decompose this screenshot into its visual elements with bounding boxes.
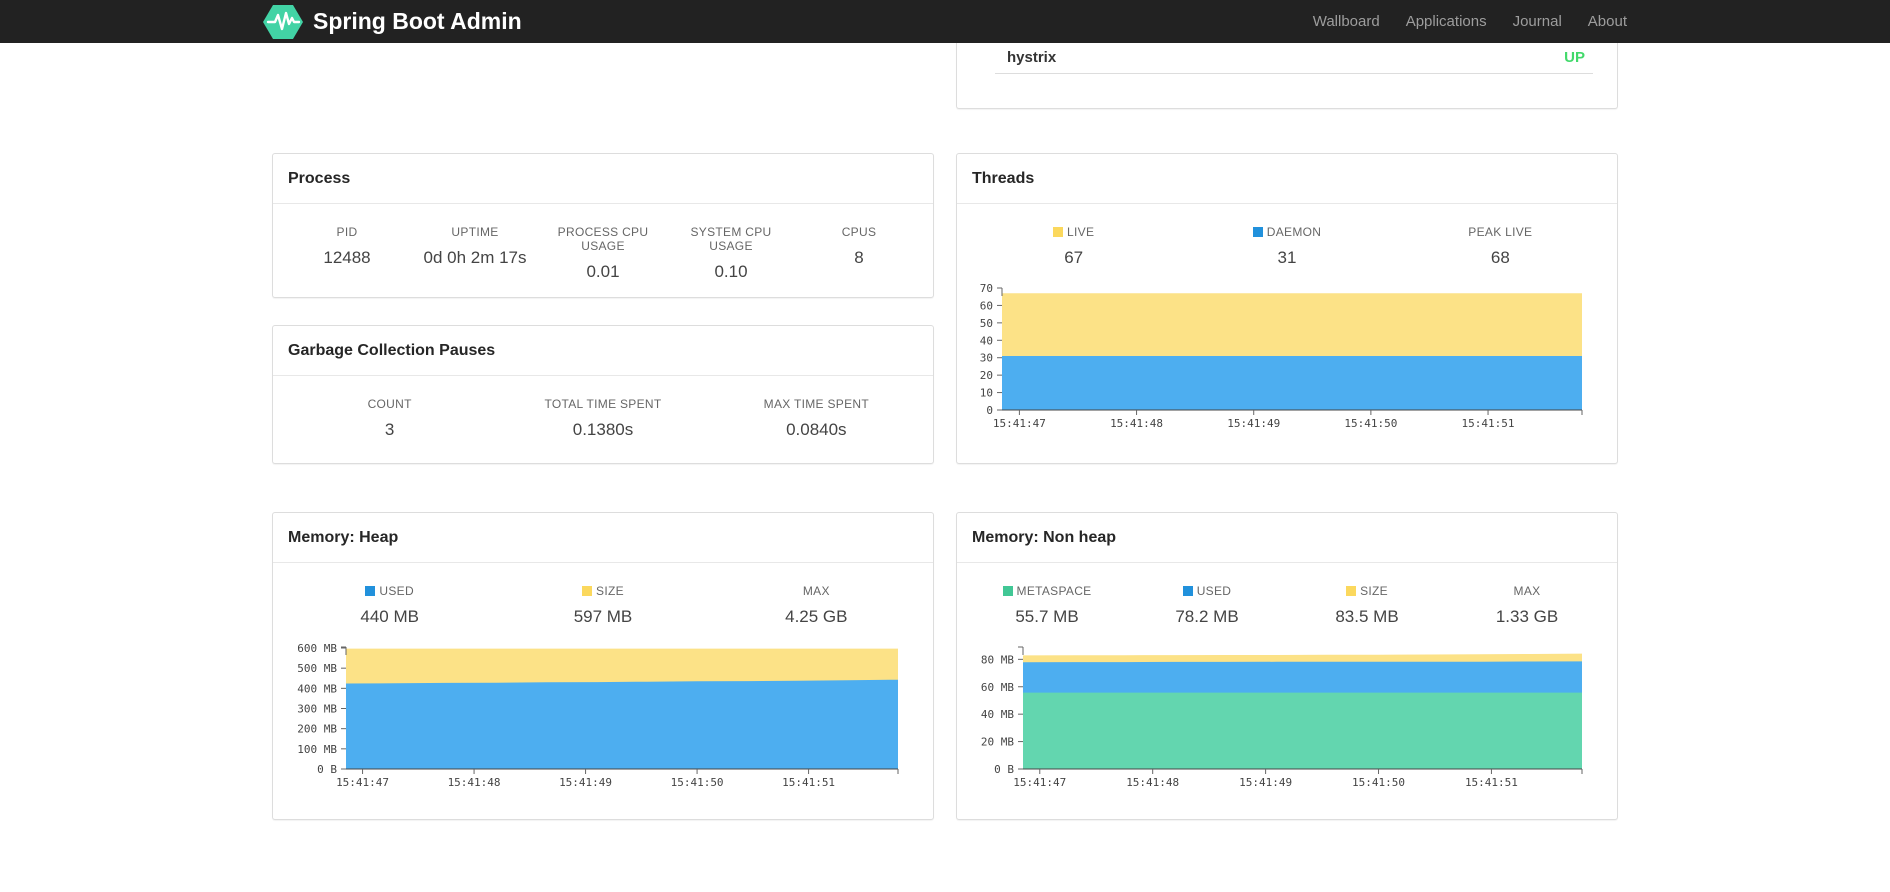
svg-text:20: 20 — [980, 369, 993, 382]
svg-text:70: 70 — [980, 282, 993, 295]
process-panel: Process PID 12488 UPTIME 0d 0h 2m 17s PR… — [272, 153, 934, 298]
gc-stats: COUNT 3 TOTAL TIME SPENT 0.1380s MAX TIM… — [273, 376, 933, 440]
stat-heap-size: SIZE 597 MB — [573, 584, 633, 626]
nonheap-stats: METASPACE 55.7 MB USED 78.2 MB SIZE 83.5… — [957, 563, 1617, 627]
svg-text:600 MB: 600 MB — [297, 642, 337, 655]
svg-text:15:41:50: 15:41:50 — [1352, 776, 1405, 789]
used-legend-swatch-icon — [1182, 586, 1193, 596]
live-legend-swatch-icon — [1053, 227, 1064, 237]
threads-area-chart: 0 10 20 30 40 50 60 70 15:41:47 15:41:48 15:41:49 1… — [972, 282, 1602, 434]
nav-item-applications[interactable]: Applications — [1393, 13, 1500, 30]
health-row-hystrix: hystrix UP — [995, 43, 1593, 74]
stat-cpus: CPUS 8 — [841, 225, 877, 267]
svg-text:15:41:50: 15:41:50 — [1344, 417, 1397, 430]
stat-heap-used: USED 440 MB — [360, 584, 419, 626]
nav-item-about[interactable]: About — [1575, 13, 1627, 30]
threads-panel: Threads LIVE 67 DAEMON 31 PEAK LIVE 68 0… — [956, 153, 1618, 464]
gc-pauses-panel: Garbage Collection Pauses COUNT 3 TOTAL … — [272, 325, 934, 464]
brand-link[interactable]: Spring Boot Admin — [263, 4, 522, 39]
stat-gc-total-time: TOTAL TIME SPENT 0.1380s — [544, 397, 662, 439]
health-details-panel: hystrix UP — [956, 43, 1618, 109]
svg-text:15:41:49: 15:41:49 — [559, 776, 612, 789]
threads-stats: LIVE 67 DAEMON 31 PEAK LIVE 68 — [957, 204, 1617, 268]
stat-system-cpu-usage: SYSTEM CPU USAGE 0.10 — [690, 225, 772, 281]
threads-panel-title: Threads — [957, 154, 1617, 204]
svg-text:15:41:47: 15:41:47 — [993, 417, 1046, 430]
svg-text:0: 0 — [986, 404, 993, 417]
heap-panel-title: Memory: Heap — [273, 513, 933, 563]
svg-text:40: 40 — [980, 334, 993, 347]
left-column: Process PID 12488 UPTIME 0d 0h 2m 17s PR… — [272, 43, 934, 820]
stat-threads-live: LIVE 67 — [967, 225, 1180, 268]
svg-text:300 MB: 300 MB — [297, 703, 337, 716]
svg-text:80 MB: 80 MB — [981, 653, 1014, 666]
process-stats: PID 12488 UPTIME 0d 0h 2m 17s PROCESS CP… — [273, 204, 933, 282]
svg-text:400 MB: 400 MB — [297, 682, 337, 695]
stat-nonheap-max: MAX 1.33 GB — [1495, 584, 1559, 626]
svg-text:50: 50 — [980, 317, 993, 330]
svg-text:60: 60 — [980, 299, 993, 312]
heap-area-chart: 0 B 100 MB 200 MB 300 MB 400 MB 500 MB 600 MB 1… — [288, 641, 918, 793]
stat-threads-daemon: DAEMON 31 — [1180, 225, 1393, 268]
svg-text:500 MB: 500 MB — [297, 662, 337, 675]
nonheap-area-chart: 0 B 20 MB 40 MB 60 MB 80 MB 15:41:47 15:41:48 1… — [972, 641, 1602, 793]
stat-nonheap-metaspace: METASPACE 55.7 MB — [967, 584, 1127, 627]
spring-boot-admin-logo-icon — [263, 4, 303, 39]
svg-text:15:41:51: 15:41:51 — [782, 776, 835, 789]
svg-text:0 B: 0 B — [994, 763, 1014, 776]
svg-text:100 MB: 100 MB — [297, 743, 337, 756]
stat-pid: PID 12488 — [323, 225, 371, 267]
stat-nonheap-used: USED 78.2 MB — [1175, 584, 1239, 626]
svg-text:15:41:48: 15:41:48 — [1126, 776, 1179, 789]
stat-gc-max-time: MAX TIME SPENT 0.0840s — [763, 397, 869, 439]
svg-text:200 MB: 200 MB — [297, 723, 337, 736]
svg-text:20 MB: 20 MB — [981, 736, 1014, 749]
health-indicator-name: hystrix — [1007, 49, 1057, 66]
svg-text:15:41:51: 15:41:51 — [1462, 417, 1515, 430]
stat-heap-max: MAX 4.25 GB — [785, 584, 848, 626]
svg-text:15:41:49: 15:41:49 — [1239, 776, 1292, 789]
memory-nonheap-panel: Memory: Non heap METASPACE 55.7 MB USED … — [956, 512, 1618, 820]
nav-menu: Wallboard Applications Journal About — [1300, 13, 1627, 30]
process-panel-title: Process — [273, 154, 933, 204]
size-legend-swatch-icon — [1346, 586, 1357, 596]
nonheap-panel-title: Memory: Non heap — [957, 513, 1617, 563]
navbar: Spring Boot Admin Wallboard Applications… — [0, 0, 1890, 43]
svg-text:15:41:51: 15:41:51 — [1465, 776, 1518, 789]
svg-text:15:41:47: 15:41:47 — [336, 776, 389, 789]
svg-text:10: 10 — [980, 387, 993, 400]
health-status-badge: UP — [1564, 49, 1585, 66]
svg-text:60 MB: 60 MB — [981, 681, 1014, 694]
metaspace-legend-swatch-icon — [1002, 586, 1013, 596]
stat-uptime: UPTIME 0d 0h 2m 17s — [423, 225, 527, 267]
daemon-legend-swatch-icon — [1252, 227, 1263, 237]
stat-threads-peak-live: PEAK LIVE 68 — [1468, 225, 1533, 267]
svg-text:15:41:49: 15:41:49 — [1227, 417, 1280, 430]
size-legend-swatch-icon — [582, 586, 593, 596]
nav-item-journal[interactable]: Journal — [1500, 13, 1575, 30]
svg-text:15:41:48: 15:41:48 — [448, 776, 501, 789]
used-legend-swatch-icon — [365, 586, 376, 596]
svg-text:15:41:48: 15:41:48 — [1110, 417, 1163, 430]
svg-text:30: 30 — [980, 352, 993, 365]
svg-text:40 MB: 40 MB — [981, 708, 1014, 721]
main-content: Process PID 12488 UPTIME 0d 0h 2m 17s PR… — [272, 43, 1618, 820]
stat-nonheap-size: SIZE 83.5 MB — [1335, 584, 1399, 626]
heap-stats: USED 440 MB SIZE 597 MB MAX 4.25 GB — [273, 563, 933, 627]
svg-text:15:41:50: 15:41:50 — [671, 776, 724, 789]
stat-gc-count: COUNT 3 — [367, 397, 412, 439]
svg-text:0 B: 0 B — [317, 763, 337, 776]
nav-item-wallboard[interactable]: Wallboard — [1300, 13, 1393, 30]
stat-process-cpu-usage: PROCESS CPU USAGE 0.01 — [557, 225, 649, 281]
brand-title: Spring Boot Admin — [313, 8, 522, 34]
svg-text:15:41:47: 15:41:47 — [1013, 776, 1066, 789]
memory-heap-panel: Memory: Heap USED 440 MB SIZE 597 MB MAX… — [272, 512, 934, 820]
gc-panel-title: Garbage Collection Pauses — [273, 326, 933, 376]
right-column: hystrix UP Threads LIVE 67 DAEMON 31 PEA… — [956, 43, 1618, 820]
